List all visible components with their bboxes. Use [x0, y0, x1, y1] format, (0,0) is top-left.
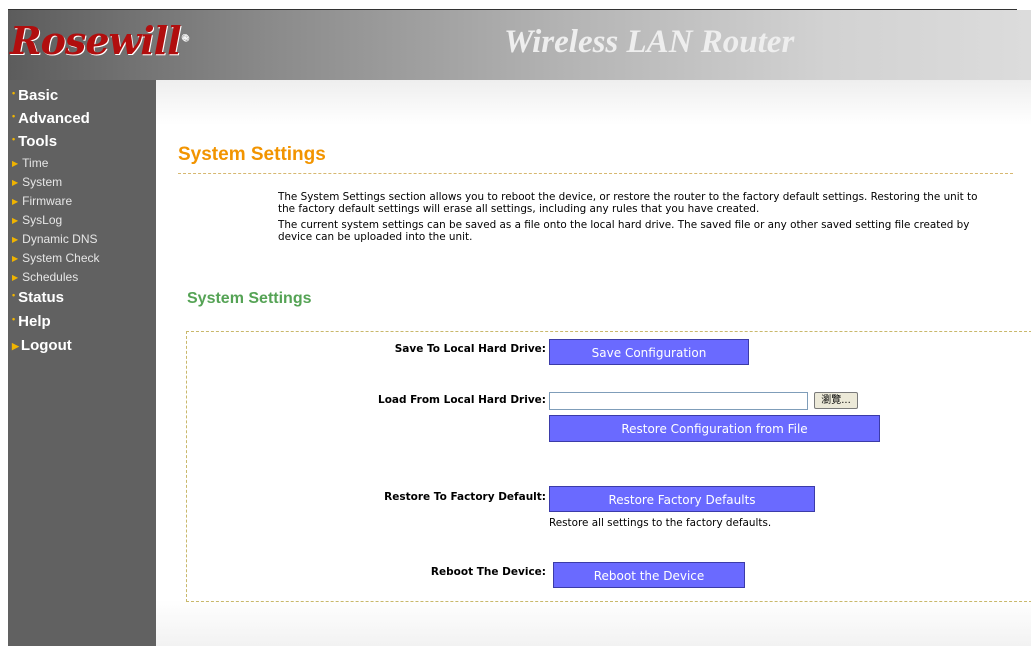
nav-tools-time[interactable]: ▶ Time — [12, 156, 48, 170]
sidebar-nav: • Basic • Advanced • Tools ▶ Time ▶ System ▶ F… — [8, 80, 156, 646]
save-configuration-button[interactable]: Save Configuration — [549, 339, 749, 365]
nav-basic-label: Basic — [18, 87, 59, 104]
nav-logout[interactable]: ▶ Logout — [12, 337, 72, 354]
load-label: Load From Local Hard Drive: — [378, 394, 546, 406]
restore-factory-defaults-button[interactable]: Restore Factory Defaults — [549, 486, 815, 512]
description-line: The System Settings section allows you t… — [278, 191, 978, 203]
nav-logout-label: Logout — [20, 337, 72, 354]
title-divider — [178, 173, 1013, 174]
brand-logo[interactable]: Rosewill® — [10, 18, 190, 63]
page-title: System Settings — [178, 144, 326, 165]
description-line: device can be uploaded into the unit. — [278, 231, 473, 243]
arrow-right-icon: ▶ — [12, 178, 19, 187]
main-content: System Settings The System Settings sect… — [156, 80, 1031, 646]
settings-panel: Save To Local Hard Drive: Save Configura… — [186, 331, 1031, 602]
nav-help[interactable]: • Help — [12, 313, 51, 330]
nav-advanced[interactable]: • Advanced — [12, 110, 90, 127]
config-file-input[interactable] — [549, 392, 808, 410]
nav-sub-label: Dynamic DNS — [22, 232, 98, 246]
nav-advanced-label: Advanced — [18, 110, 90, 127]
reboot-label: Reboot The Device: — [430, 566, 546, 578]
nav-help-label: Help — [18, 313, 51, 330]
nav-sub-label: Schedules — [22, 270, 79, 284]
registered-mark: ® — [180, 33, 190, 44]
nav-status-label: Status — [18, 289, 64, 306]
arrow-right-icon: ▶ — [12, 159, 19, 168]
bullet-icon: • — [12, 111, 16, 121]
bullet-icon: • — [12, 290, 16, 300]
nav-sub-label: SysLog — [22, 213, 63, 227]
restore-from-file-button[interactable]: Restore Configuration from File — [549, 415, 880, 442]
product-title: Wireless LAN Router — [504, 24, 795, 60]
factory-hint: Restore all settings to the factory defa… — [549, 517, 772, 529]
description-line: The current system settings can be saved… — [278, 219, 970, 231]
header-banner: Rosewill® Wireless LAN Router — [8, 10, 1031, 80]
bullet-icon: • — [12, 314, 16, 324]
nav-tools-dynamic-dns[interactable]: ▶ Dynamic DNS — [12, 232, 98, 246]
nav-status[interactable]: • Status — [12, 289, 64, 306]
browse-button[interactable]: 瀏覽... — [814, 392, 858, 409]
arrow-right-icon: ▶ — [12, 341, 19, 351]
nav-tools-label: Tools — [18, 133, 58, 150]
factory-label: Restore To Factory Default: — [384, 491, 546, 503]
bullet-icon: • — [12, 134, 16, 144]
arrow-right-icon: ▶ — [12, 273, 19, 282]
nav-sub-label: Firmware — [22, 194, 73, 208]
nav-sub-label: System — [22, 175, 63, 189]
nav-sub-label: System Check — [22, 251, 100, 265]
description-line: the factory default settings will erase … — [278, 203, 760, 215]
reboot-device-button[interactable]: Reboot the Device — [553, 562, 745, 588]
section-title: System Settings — [187, 290, 312, 307]
nav-basic[interactable]: • Basic — [12, 87, 58, 104]
arrow-right-icon: ▶ — [12, 197, 19, 206]
arrow-right-icon: ▶ — [12, 235, 19, 244]
nav-tools-system-check[interactable]: ▶ System Check — [12, 251, 100, 265]
arrow-right-icon: ▶ — [12, 216, 19, 225]
nav-tools-syslog[interactable]: ▶ SysLog — [12, 213, 62, 227]
nav-tools-system[interactable]: ▶ System — [12, 175, 62, 189]
brand-logo-text: Rosewill — [10, 18, 182, 63]
nav-sub-label: Time — [22, 156, 49, 170]
save-label: Save To Local Hard Drive: — [394, 343, 546, 355]
nav-tools-firmware[interactable]: ▶ Firmware — [12, 194, 72, 208]
bullet-icon: • — [12, 88, 16, 98]
nav-tools-schedules[interactable]: ▶ Schedules — [12, 270, 78, 284]
nav-tools[interactable]: • Tools — [12, 133, 57, 150]
arrow-right-icon: ▶ — [12, 254, 19, 263]
